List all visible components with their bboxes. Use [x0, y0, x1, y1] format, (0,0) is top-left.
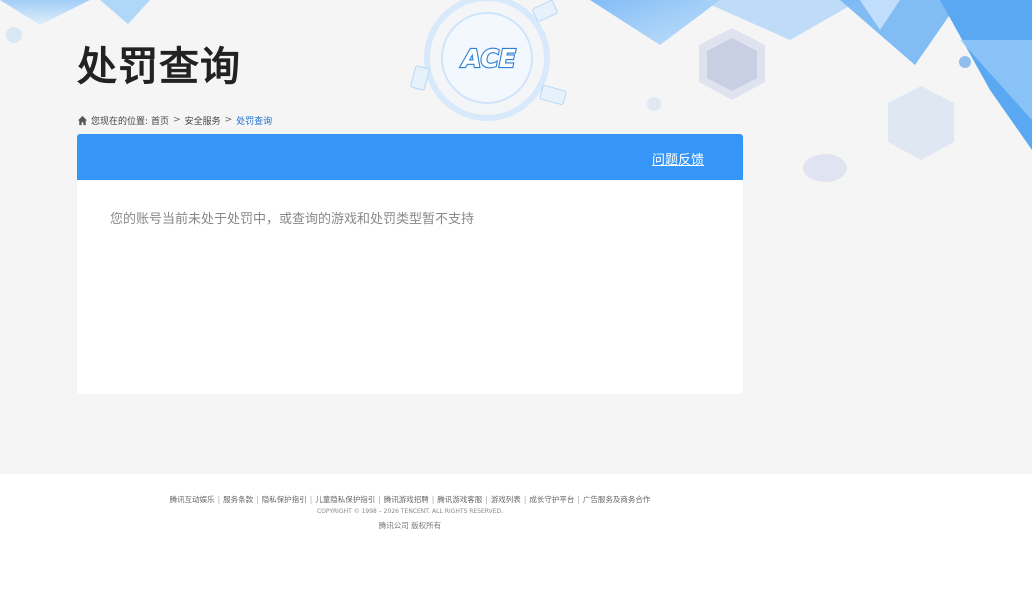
- breadcrumb-separator: >: [224, 115, 233, 125]
- footer-link-guardian[interactable]: 成长守护平台: [529, 495, 574, 504]
- footer-separator: |: [309, 495, 313, 504]
- footer: 腾讯互动娱乐 | 服务条款 | 隐私保护指引 | 儿童隐私保护指引 | 腾讯游戏招聘 | 腾讯游戏客…: [0, 474, 1032, 612]
- footer-link-privacy[interactable]: 隐私保护指引: [262, 495, 307, 504]
- breadcrumb-prefix: 您现在的位置:: [91, 116, 149, 127]
- panel-header: 问题反馈: [77, 134, 743, 180]
- footer-link-jobs[interactable]: 腾讯游戏招聘: [384, 495, 429, 504]
- breadcrumb-item-home[interactable]: 首页: [151, 114, 169, 127]
- footer-separator: |: [217, 495, 221, 504]
- breadcrumb-item-security-service[interactable]: 安全服务: [185, 114, 221, 127]
- svg-text:ACE: ACE: [460, 44, 516, 72]
- result-message: 您的账号当前未处于处罚中，或查询的游戏和处罚类型暂不支持: [110, 212, 475, 227]
- footer-separator: |: [577, 495, 580, 504]
- copyright-text: COPYRIGHT © 1998 – 2026 TENCENT. ALL RIG…: [316, 508, 504, 515]
- footer-link-tencent-ent[interactable]: 腾讯互动娱乐: [170, 495, 215, 504]
- footer-links: 腾讯互动娱乐 | 服务条款 | 隐私保护指引 | 儿童隐私保护指引 | 腾讯游戏招聘 | 腾讯游戏客…: [0, 494, 820, 505]
- footer-link-game-list[interactable]: 游戏列表: [491, 495, 521, 504]
- footer-separator: |: [378, 495, 381, 504]
- home-icon: [77, 115, 88, 125]
- breadcrumb-separator: >: [173, 115, 181, 125]
- breadcrumb: 您现在的位置: 首页 > 安全服务 > 处罚查询: [77, 112, 272, 128]
- footer-link-terms[interactable]: 服务条款: [223, 495, 253, 504]
- footer-link-support[interactable]: 腾讯游戏客服: [437, 495, 482, 504]
- footer-separator: |: [523, 495, 527, 504]
- rights-text: 腾讯公司 版权所有: [378, 521, 442, 530]
- footer-separator: |: [256, 495, 259, 504]
- page-title: 处罚查询: [77, 44, 241, 90]
- footer-separator: |: [485, 495, 488, 504]
- footer-separator: |: [431, 495, 435, 504]
- footer-link-ads[interactable]: 广告服务及商务合作: [583, 495, 651, 504]
- ace-logo: ACE: [455, 42, 523, 74]
- feedback-link[interactable]: 问题反馈: [652, 149, 704, 168]
- result-panel: 问题反馈 您的账号当前未处于处罚中，或查询的游戏和处罚类型暂不支持: [77, 134, 743, 394]
- footer-link-child-privacy[interactable]: 儿童隐私保护指引: [315, 495, 375, 504]
- breadcrumb-item-current: 处罚查询: [236, 116, 273, 127]
- ace-logo-icon: ACE: [459, 43, 517, 74]
